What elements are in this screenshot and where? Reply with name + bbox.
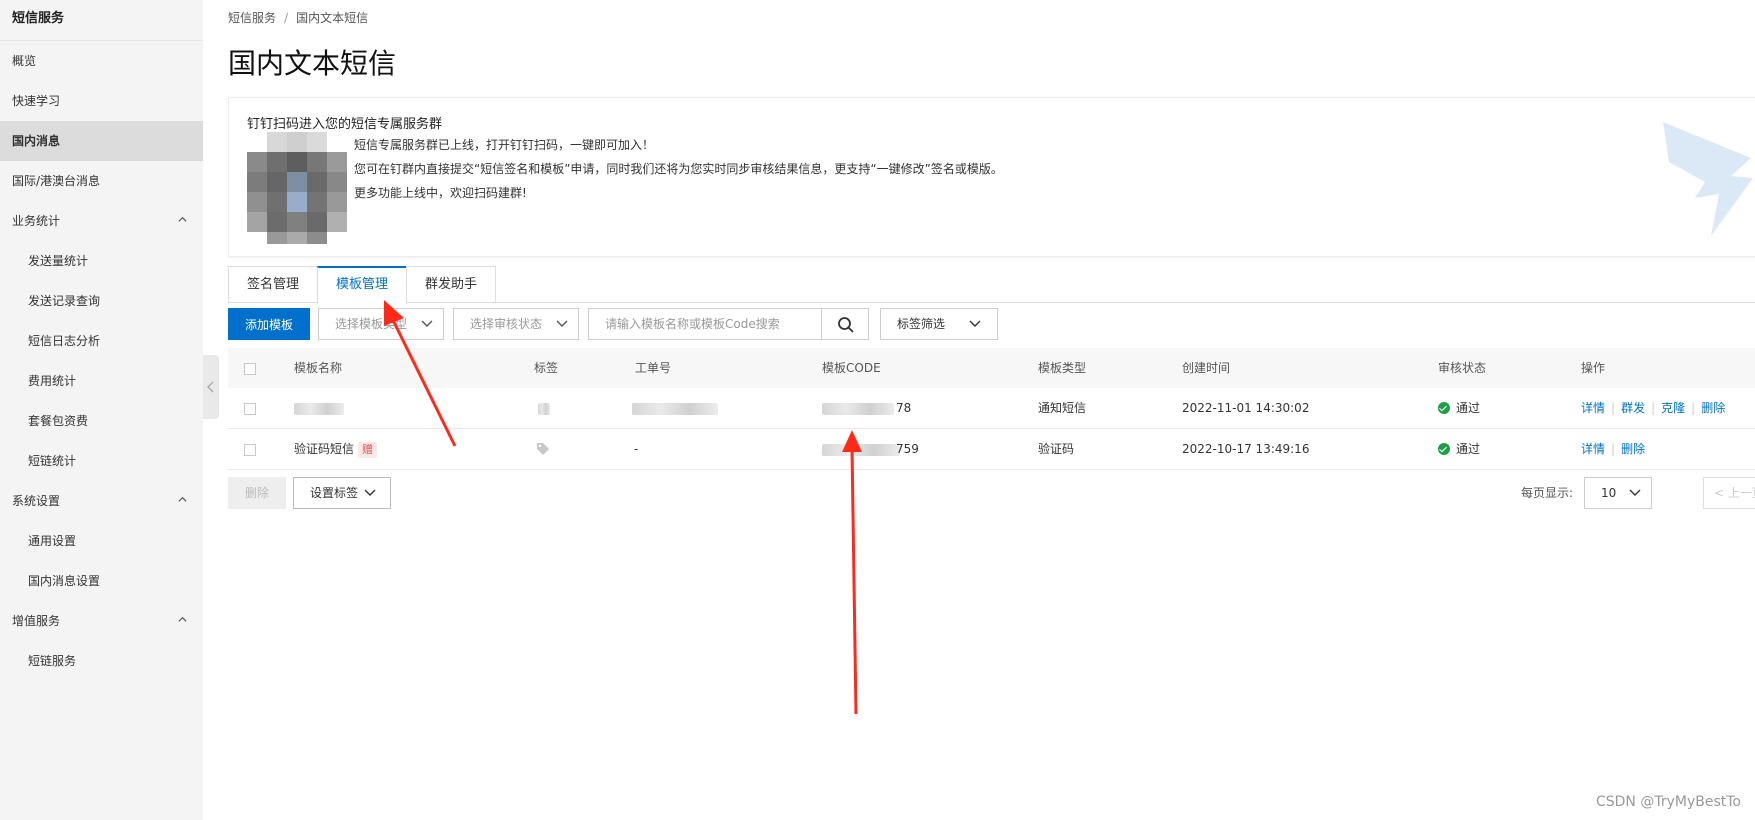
annotation-arrow-code: [842, 430, 862, 715]
watermark: CSDN @TryMyBestTo: [1595, 794, 1741, 810]
annotation-arrows: [384, 300, 862, 715]
annotation-arrow-tab: [384, 300, 457, 447]
